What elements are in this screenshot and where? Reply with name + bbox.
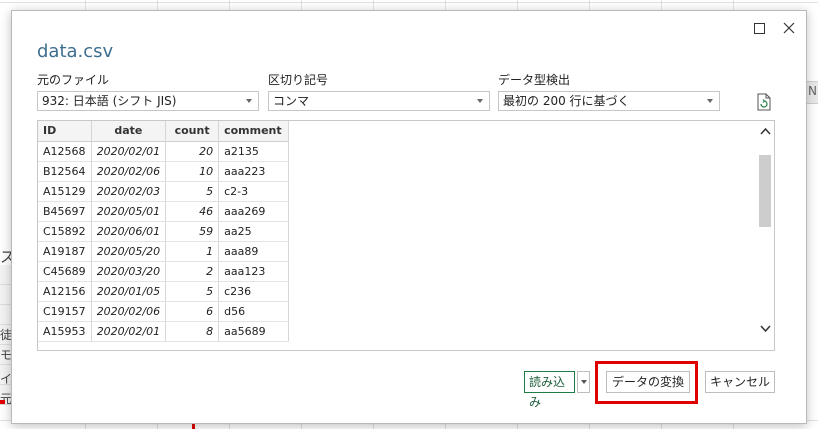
- table-row: C19157 2020/02/06 6 d56: [38, 301, 290, 322]
- cell-comment: aaa223: [218, 161, 290, 182]
- cell-count: 5: [165, 281, 220, 302]
- table-row: A15953 2020/02/01 8 aa5689: [38, 321, 290, 342]
- cell-date: 2020/01/05: [91, 281, 167, 302]
- scroll-down-icon[interactable]: [760, 323, 771, 333]
- cancel-button[interactable]: キャンセル: [705, 371, 775, 393]
- column-header-id[interactable]: ID: [38, 121, 92, 142]
- cell-comment: aaa123: [218, 261, 290, 282]
- cell-count: 5: [165, 181, 220, 202]
- table-row: A12568 2020/02/01 20 a2135: [38, 141, 290, 162]
- column-header-label: N: [808, 84, 817, 98]
- cell-comment: a2135: [218, 141, 290, 162]
- maximize-icon[interactable]: [748, 17, 770, 39]
- cell-date: 2020/03/20: [91, 261, 167, 282]
- cell-count: 20: [165, 141, 220, 162]
- cell-comment: aaa269: [218, 201, 290, 222]
- file-origin-value: 932: 日本語 (シフト JIS): [42, 94, 177, 108]
- scroll-up-icon[interactable]: [760, 126, 771, 135]
- cell-comment: aa5689: [218, 321, 290, 342]
- cell-id: B12564: [38, 161, 92, 182]
- cell-date: 2020/02/03: [91, 181, 167, 202]
- table-row: A19187 2020/05/20 1 aaa89: [38, 241, 290, 262]
- table-header-row: ID date count comment: [38, 121, 290, 142]
- cell-id: C45689: [38, 261, 92, 282]
- table-row: C45689 2020/03/20 2 aaa123: [38, 261, 290, 282]
- chevron-down-icon: [707, 99, 713, 103]
- type-detection-value: 最初の 200 行に基づく: [503, 94, 630, 108]
- cell-count: 1: [165, 241, 220, 262]
- chevron-down-icon: [246, 99, 252, 103]
- cell-id: A19187: [38, 241, 92, 262]
- cell-id: A15953: [38, 321, 92, 342]
- scrollbar-thumb[interactable]: [759, 155, 771, 227]
- cell-comment: aaa89: [218, 241, 290, 262]
- cell-date: 2020/02/01: [91, 141, 167, 162]
- vertical-scrollbar[interactable]: [757, 121, 774, 350]
- load-options-dropdown[interactable]: [577, 371, 590, 393]
- delimiter-value: コンマ: [273, 94, 310, 108]
- column-header-date[interactable]: date: [91, 121, 167, 142]
- table-row: A15129 2020/02/03 5 c2-3: [38, 181, 290, 202]
- csv-import-dialog: data.csv 元のファイル 932: 日本語 (シフト JIS) 区切り記号…: [11, 10, 807, 424]
- preview-table: ID date count comment A12568 2020/02/01 20…: [38, 121, 290, 342]
- annotation-mark: [0, 400, 5, 404]
- cell-id: A12568: [38, 141, 92, 162]
- cell-date: 2020/02/06: [91, 161, 167, 182]
- refresh-icon[interactable]: [757, 93, 771, 111]
- cell-comment: c236: [218, 281, 290, 302]
- cell-date: 2020/02/06: [91, 301, 167, 322]
- table-row: C15892 2020/06/01 59 aa25: [38, 221, 290, 242]
- type-detection-select[interactable]: 最初の 200 行に基づく: [498, 91, 720, 111]
- cell-count: 6: [165, 301, 220, 322]
- cell-date: 2020/05/20: [91, 241, 167, 262]
- cell-comment: c2-3: [218, 181, 290, 202]
- grid-line: [0, 2, 818, 3]
- cell-id: B45697: [38, 201, 92, 222]
- cell-count: 10: [165, 161, 220, 182]
- column-header-comment[interactable]: comment: [218, 121, 290, 142]
- cell-date: 2020/06/01: [91, 221, 167, 242]
- type-detection-label: データ型検出: [498, 73, 571, 87]
- file-origin-select[interactable]: 932: 日本語 (シフト JIS): [37, 91, 259, 111]
- dialog-title: data.csv: [37, 41, 114, 62]
- cell-comment: d56: [218, 301, 290, 322]
- close-icon[interactable]: [778, 17, 800, 39]
- cell-count: 2: [165, 261, 220, 282]
- cell-date: 2020/05/01: [91, 201, 167, 222]
- cell-id: A15129: [38, 181, 92, 202]
- load-button[interactable]: 読み込み: [524, 371, 575, 409]
- delimiter-select[interactable]: コンマ: [268, 91, 490, 111]
- cell-id: A12156: [38, 281, 92, 302]
- cell-count: 8: [165, 321, 220, 342]
- file-origin-label: 元のファイル: [37, 73, 110, 87]
- table-row: B45697 2020/05/01 46 aaa269: [38, 201, 290, 222]
- cell-id: C19157: [38, 301, 92, 322]
- cell-comment: aa25: [218, 221, 290, 242]
- delimiter-label: 区切り記号: [268, 73, 329, 87]
- cell-id: C15892: [38, 221, 92, 242]
- highlight-box: [595, 361, 698, 404]
- chevron-down-icon: [477, 99, 483, 103]
- chevron-down-icon: [581, 380, 587, 384]
- cell-count: 46: [165, 201, 220, 222]
- table-row: A12156 2020/01/05 5 c236: [38, 281, 290, 302]
- data-preview-grid[interactable]: ID date count comment A12568 2020/02/01 20…: [37, 120, 775, 351]
- table-row: B12564 2020/02/06 10 aaa223: [38, 161, 290, 182]
- cell-date: 2020/02/01: [91, 321, 167, 342]
- column-header-count[interactable]: count: [165, 121, 220, 142]
- cell-count: 59: [165, 221, 220, 242]
